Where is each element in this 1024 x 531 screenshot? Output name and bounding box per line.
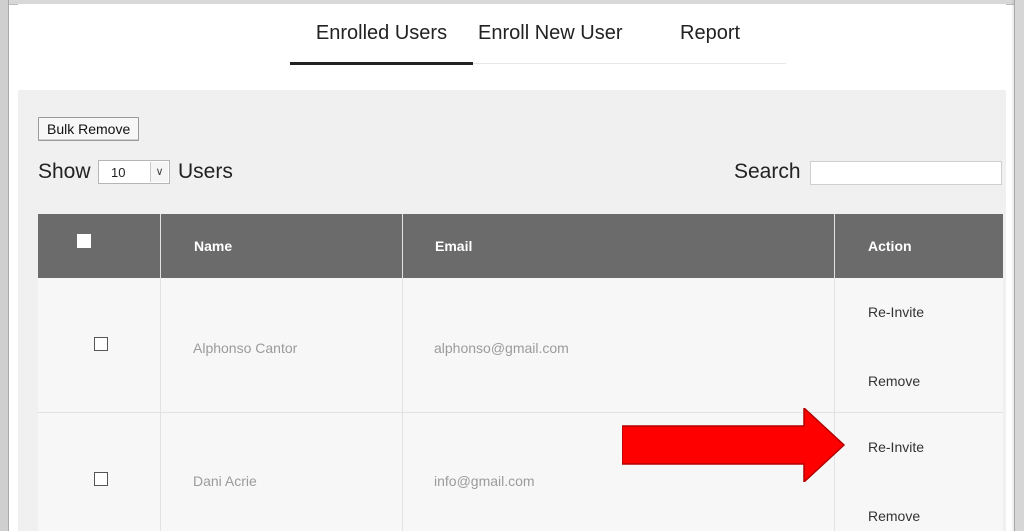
tab-divider (473, 63, 786, 64)
search-label: Search (734, 160, 801, 183)
tab-report[interactable]: Report (680, 22, 740, 45)
column-header-email[interactable]: Email (435, 214, 472, 278)
column-divider (834, 214, 835, 531)
window-border-right (1014, 0, 1024, 531)
search-input[interactable] (810, 161, 1002, 185)
window-shadow (1011, 0, 1015, 531)
tab-enroll-new-user[interactable]: Enroll New User (478, 22, 622, 45)
user-email: info@gmail.com (434, 473, 535, 489)
bulk-remove-button[interactable]: Bulk Remove (38, 117, 140, 141)
page-size-value: 10 (111, 165, 126, 180)
enrolled-users-table: Name Email Action Alphonso Cantor alphon… (38, 214, 1003, 531)
enrolled-users-panel: Bulk Remove Show 10 ∨ Users Search Name … (18, 90, 1006, 531)
arrow-shape (622, 408, 846, 482)
page-size-select[interactable]: 10 ∨ (98, 160, 170, 184)
column-header-name[interactable]: Name (194, 214, 232, 278)
active-tab-indicator (290, 62, 473, 65)
table-header: Name Email Action (38, 214, 1003, 278)
show-label: Show (38, 160, 91, 183)
row-checkbox[interactable] (94, 472, 108, 486)
column-header-action: Action (868, 238, 912, 254)
user-name: Dani Acrie (193, 473, 257, 489)
app-window: Enrolled Users Enroll New User Report Bu… (0, 0, 1024, 531)
window-border-left (0, 0, 9, 531)
user-email: alphonso@gmail.com (434, 340, 569, 356)
reinvite-link[interactable]: Re-Invite (868, 439, 924, 455)
users-label: Users (178, 160, 233, 183)
callout-arrow-icon (622, 408, 846, 482)
column-divider (160, 214, 161, 531)
row-checkbox[interactable] (94, 337, 108, 351)
tab-enrolled-users[interactable]: Enrolled Users (290, 22, 473, 45)
select-all-checkbox[interactable] (77, 234, 91, 248)
row-divider (38, 412, 1003, 413)
reinvite-link[interactable]: Re-Invite (868, 304, 924, 320)
user-name: Alphonso Cantor (193, 340, 298, 356)
column-divider (402, 214, 403, 531)
remove-link[interactable]: Remove (868, 508, 920, 524)
remove-link[interactable]: Remove (868, 373, 920, 389)
chevron-down-icon[interactable]: ∨ (150, 162, 168, 182)
tab-bar: Enrolled Users Enroll New User Report (18, 4, 1006, 90)
